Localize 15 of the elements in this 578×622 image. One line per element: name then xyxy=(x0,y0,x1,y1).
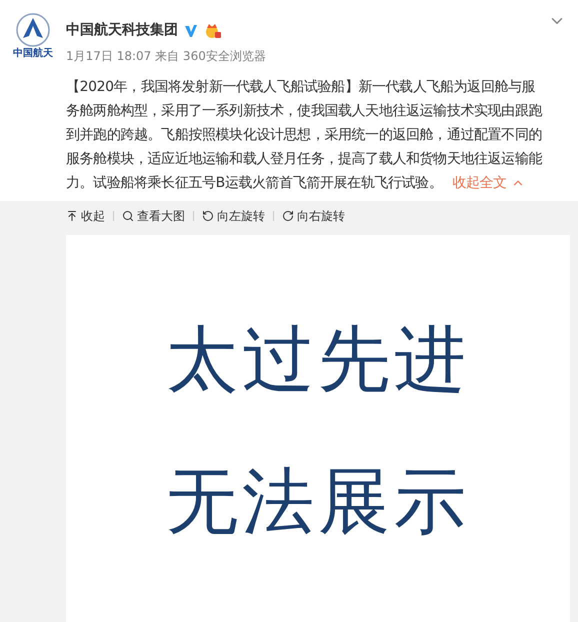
image-text: 无法展示 xyxy=(166,465,470,537)
account-name[interactable]: 中国航天科技集团 xyxy=(66,20,178,41)
toolbar-button[interactable]: 收起 xyxy=(66,207,105,225)
post-text: 【2020年，我国将发射新一代载人飞船试验船】新一代载人飞船为返回舱与服务舱两舱构型，采用了一系列新技术，使我国载人天地往返运输技术实现由跟跑到并跑的跨越。飞船按照模块化设计思想，采用统一的返回舱，通过配置不同的服务舱模块，适应近地运输和载人登月任务，提高了载人和货物天地往返运输能力。试验船将乘长征五号B运载火箭首飞箭开展在轨飞行试验。 收起全文 xyxy=(66,75,542,195)
rotate-left-icon xyxy=(202,210,214,222)
logo-text: 中国航天 xyxy=(13,49,53,59)
toolbar-button[interactable]: 向右旋转 xyxy=(282,207,345,225)
image-text: 太过先进 xyxy=(166,323,470,395)
collapse-icon xyxy=(66,210,78,222)
search-icon xyxy=(122,210,134,222)
toolbar-button[interactable]: 向左旋转 xyxy=(202,207,265,225)
logo-icon xyxy=(15,12,51,48)
post-meta: 1月17日 18:07 来自 360安全浏览器 xyxy=(66,48,266,65)
rotate-right-icon xyxy=(282,210,294,222)
toolbar-button[interactable]: 查看大图 xyxy=(122,207,185,225)
